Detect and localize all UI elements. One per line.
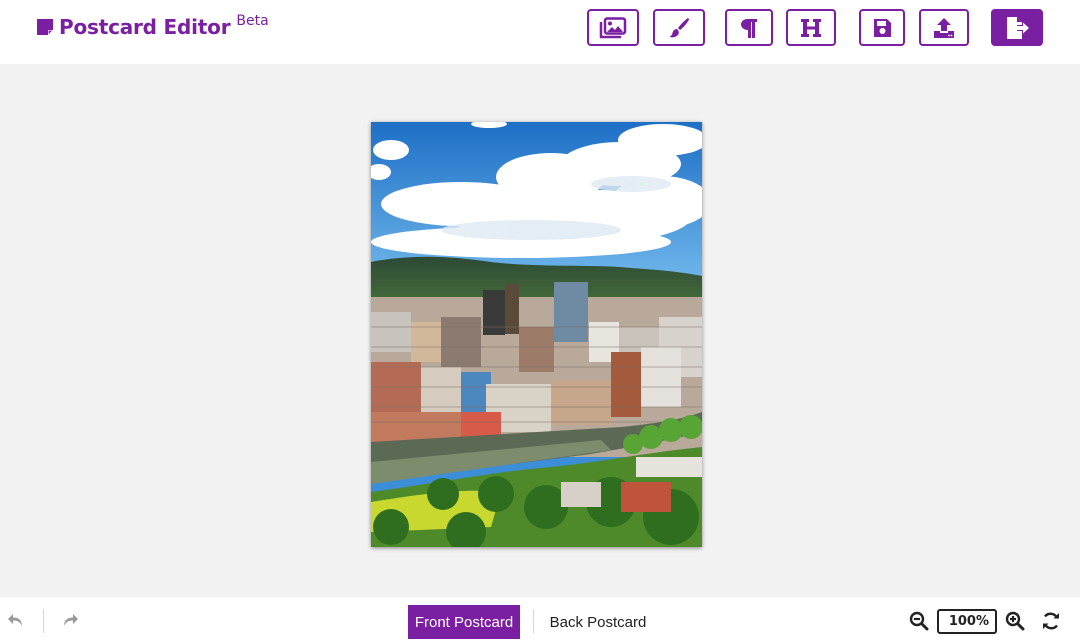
paintbrush-icon — [669, 17, 689, 37]
postcard-logo-icon — [37, 19, 53, 35]
redo-icon — [64, 614, 78, 626]
brand: Postcard Editor Beta — [35, 13, 269, 40]
save-icon — [874, 18, 891, 37]
tab-back-postcard[interactable]: Back Postcard — [540, 605, 656, 639]
exit-icon — [1007, 16, 1029, 39]
postcard-photo — [371, 122, 702, 547]
upload-icon — [934, 17, 954, 38]
paragraph-button[interactable] — [725, 9, 773, 46]
refresh-icon — [1043, 612, 1059, 630]
app-title: Postcard Editor — [59, 15, 231, 39]
undo-icon — [8, 614, 22, 626]
image-gallery-icon — [599, 16, 627, 38]
heading-button[interactable] — [786, 9, 836, 46]
images-button[interactable] — [587, 9, 639, 46]
upload-button[interactable] — [919, 9, 969, 46]
postcard-front-canvas[interactable] — [371, 122, 702, 547]
editor-footer: Front Postcard Back Postcard 100% — [0, 597, 1080, 642]
save-button[interactable] — [859, 9, 905, 46]
refresh-button[interactable] — [1040, 610, 1062, 632]
heading-icon — [801, 18, 821, 37]
zoom-out-button[interactable] — [908, 610, 930, 632]
zoom-out-icon — [909, 611, 929, 631]
undo-button[interactable] — [6, 611, 26, 629]
beta-badge: Beta — [236, 13, 269, 29]
app-header: Postcard Editor Beta — [0, 0, 1080, 64]
paragraph-icon — [741, 18, 757, 38]
footer-divider — [43, 609, 44, 633]
paint-button[interactable] — [653, 9, 705, 46]
zoom-in-icon — [1005, 611, 1025, 631]
redo-button[interactable] — [60, 611, 80, 629]
tab-front-postcard[interactable]: Front Postcard — [408, 605, 520, 639]
exit-button[interactable] — [991, 9, 1043, 46]
zoom-in-button[interactable] — [1004, 610, 1026, 632]
canvas-stage — [0, 64, 1080, 597]
tab-divider — [533, 609, 534, 633]
zoom-level[interactable]: 100% — [937, 609, 997, 634]
